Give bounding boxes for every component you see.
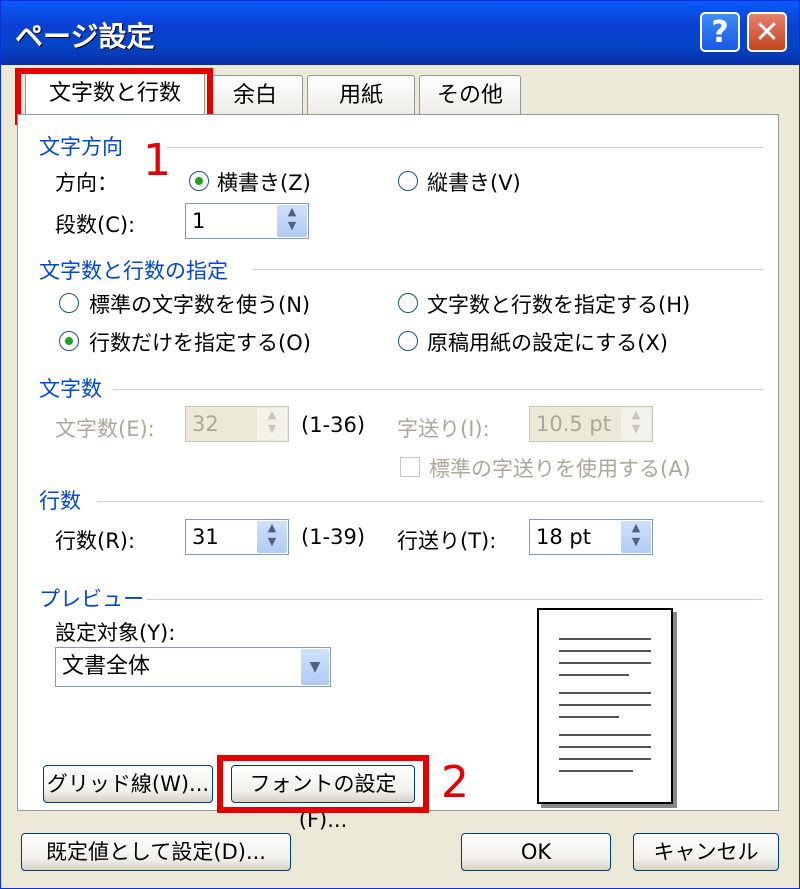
question-icon: ? [711,15,729,50]
group-divider [253,269,763,270]
highlight-box-font [217,755,429,813]
manuscript-radio[interactable] [398,331,418,351]
lines-value: 31 [192,525,219,549]
columns-label: 段数(C): [55,213,136,237]
page-setup-dialog: ページ設定 ? ✕ 文字数と行数 余白 用紙 その他 文字方向 1 方向： 横書… [0,0,800,889]
lines-label: 行数(R): [55,529,136,553]
standard-pitch-checkbox[interactable] [400,457,420,477]
grid-lines-button[interactable]: グリッド線(W)... [43,765,213,803]
help-button[interactable]: ? [700,12,740,52]
group-divider [113,389,763,390]
lines-only-radio[interactable] [59,331,79,351]
tab-margins[interactable]: 余白 [207,75,303,115]
step-number-2: 2 [441,757,469,808]
title-bar[interactable]: ページ設定 ? ✕ [1,1,799,65]
columns-value: 1 [192,209,206,233]
page-preview [537,608,673,804]
line-pitch-label: 行送り(T): [397,529,497,553]
chars-and-lines-label[interactable]: 文字数と行数を指定する(H) [427,289,690,319]
apply-to-label: 設定対象(Y): [55,621,176,645]
chars-spinner[interactable]: 32 ▲ ▼ [185,406,289,442]
window-title: ページ設定 [15,20,155,53]
spin-arrows-icon[interactable]: ▲ ▼ [277,205,307,237]
direction-group-title: 文字方向 [39,135,123,159]
tab-paper[interactable]: 用紙 [307,75,415,115]
spin-arrows-icon: ▲ ▼ [621,408,651,440]
tab-other[interactable]: その他 [419,75,521,115]
direction-label: 方向： [55,171,118,195]
lines-spinner[interactable]: 31 ▲ ▼ [185,519,289,555]
spin-arrows-icon[interactable]: ▲ ▼ [621,521,651,553]
columns-spinner[interactable]: 1 ▲ ▼ [185,203,309,239]
set-as-default-button[interactable]: 既定値として設定(D)... [21,833,291,871]
lines-range: (1-39) [301,525,366,549]
standard-count-radio[interactable] [59,293,79,313]
vertical-label[interactable]: 縦書き(V) [427,167,521,197]
group-divider [167,147,763,148]
close-button[interactable]: ✕ [747,12,787,52]
spin-arrows-icon[interactable]: ▲ ▼ [257,521,287,553]
horizontal-radio[interactable] [189,171,209,191]
char-pitch-value: 10.5 pt [536,412,611,436]
close-icon: ✕ [754,15,780,50]
lines-group-title: 行数 [39,489,81,513]
spin-arrows-icon: ▲ ▼ [257,408,287,440]
preview-group-title: プレビュー [39,587,144,611]
chars-group-title: 文字数 [39,377,102,401]
standard-pitch-label: 標準の字送りを使用する(A) [429,457,691,481]
chars-label: 文字数(E): [55,417,155,441]
char-pitch-spinner[interactable]: 10.5 pt ▲ ▼ [529,406,653,442]
manuscript-label[interactable]: 原稿用紙の設定にする(X) [427,327,668,357]
cancel-button[interactable]: キャンセル [633,833,779,871]
line-pitch-spinner[interactable]: 18 pt ▲ ▼ [529,519,653,555]
line-pitch-value: 18 pt [536,525,591,549]
apply-to-select[interactable]: 文書全体 ▼ [55,647,331,687]
char-pitch-label: 字送り(I): [397,417,490,441]
horizontal-label[interactable]: 横書き(Z) [217,167,311,197]
vertical-radio[interactable] [398,171,418,191]
step-number-1: 1 [143,135,171,186]
count-group-title: 文字数と行数の指定 [39,259,228,283]
chars-and-lines-radio[interactable] [398,293,418,313]
chevron-down-icon[interactable]: ▼ [301,649,329,685]
apply-to-value: 文書全体 [62,654,151,679]
group-divider [147,599,763,600]
chars-value: 32 [192,412,219,436]
ok-button[interactable]: OK [461,833,611,871]
lines-only-label[interactable]: 行数だけを指定する(O) [89,327,311,357]
standard-count-label[interactable]: 標準の文字数を使う(N) [89,289,310,319]
chars-range: (1-36) [301,413,366,437]
group-divider [97,501,763,502]
